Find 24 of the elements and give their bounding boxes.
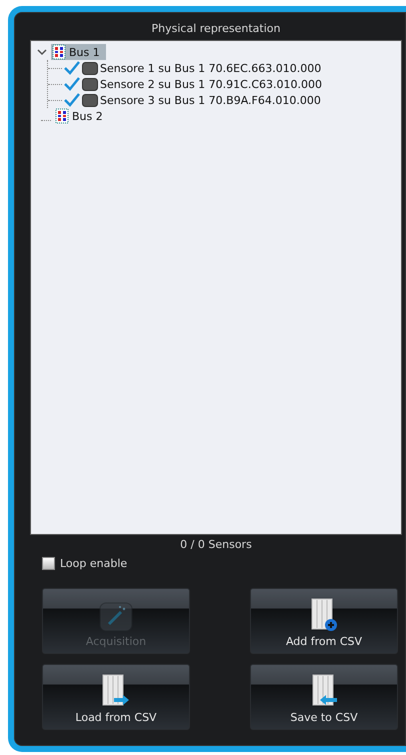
bus-icon: [52, 44, 66, 60]
tree-item[interactable]: Sensore 1 su Bus 1 70.6EC.663.010.000: [100, 62, 322, 74]
sensor-icon: [82, 62, 98, 74]
chevron-icon[interactable]: [37, 48, 47, 56]
sheet-add-icon: [310, 598, 338, 632]
sheet-export-icon: [101, 674, 131, 708]
bus-icon: [55, 108, 69, 124]
tree-item[interactable]: Sensore 3 su Bus 1 70.B9A.F64.010.000: [100, 94, 321, 106]
sensor-icon: [82, 78, 98, 90]
action-button[interactable]: Load from CSV: [42, 664, 190, 730]
action-button[interactable]: Add from CSV: [250, 588, 398, 654]
tree-item[interactable]: Bus 2: [54, 108, 109, 124]
sensor-icon: [82, 94, 98, 106]
sensor-counter: 0 / 0 Sensors: [179, 537, 253, 553]
checkbox-label: Loop enable: [60, 557, 128, 570]
action-button[interactable]: Save to CSV: [250, 664, 398, 730]
wand-icon: [99, 602, 133, 632]
tree-item[interactable]: Sensore 2 su Bus 1 70.91C.C63.010.000: [100, 78, 322, 90]
tree-item[interactable]: Bus 1: [51, 44, 106, 60]
panel-title: Physical representation: [150, 21, 282, 37]
checkmark-icon[interactable]: [64, 93, 80, 107]
checkmark-icon[interactable]: [64, 61, 80, 75]
checkmark-icon[interactable]: [64, 77, 80, 91]
loop-checkbox[interactable]: [42, 557, 55, 570]
